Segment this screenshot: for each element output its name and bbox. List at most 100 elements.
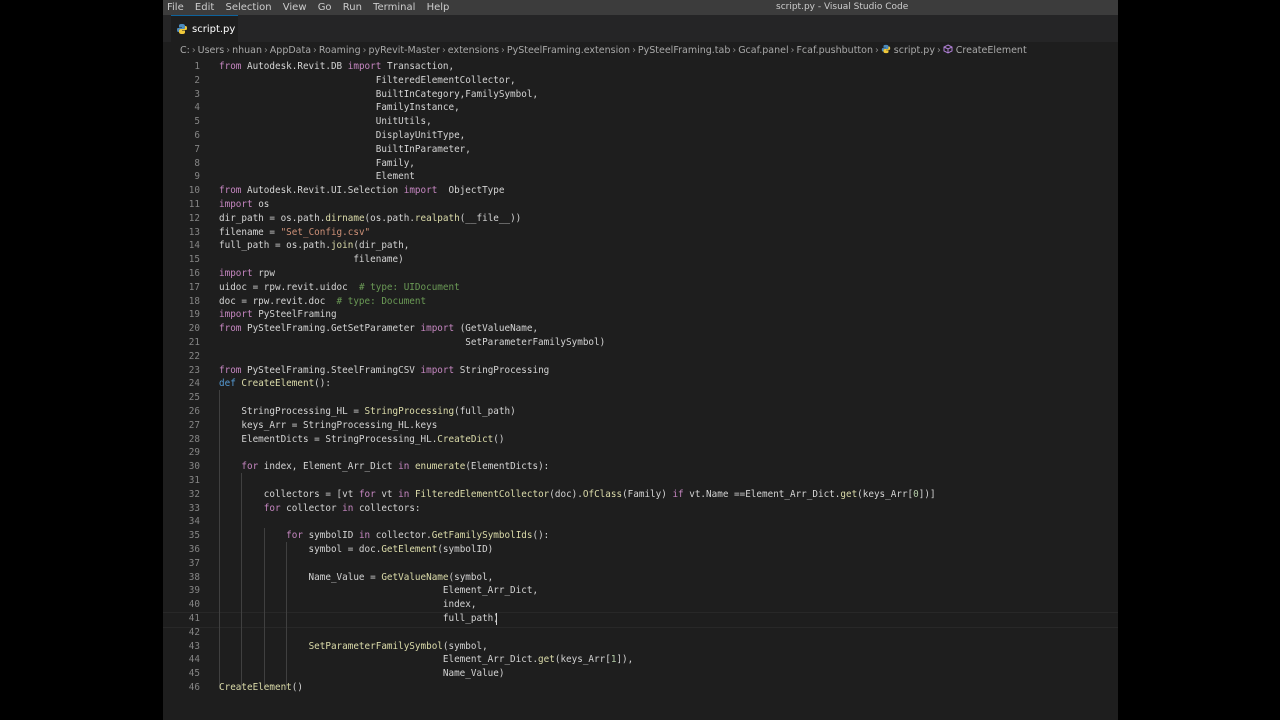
breadcrumb-item[interactable]: Users [198,42,225,60]
code-line[interactable]: 40 index, [163,598,1118,612]
line-number: 34 [188,516,200,528]
code-line[interactable]: 42 [163,626,1118,640]
code-line[interactable]: 46 CreateElement() [163,681,1118,695]
window-title: script.py - Visual Studio Code [776,2,909,12]
menu-edit[interactable]: Edit [191,0,218,15]
code-line[interactable]: 45 Name_Value) [163,667,1118,681]
breadcrumb-item[interactable]: C: [163,42,190,60]
chevron-right-icon: › [790,45,795,56]
breadcrumb-item[interactable]: Gcaf.panel [738,42,788,60]
code-line[interactable]: 13 filename = "Set_Config.csv" [163,226,1118,240]
line-number: 39 [188,585,200,597]
code-line[interactable]: 4 FamilyInstance, [163,101,1118,115]
breadcrumb-item[interactable]: Roaming [319,42,361,60]
code-text: full_path) [219,613,499,624]
code-line[interactable]: 24 def CreateElement(): [163,377,1118,391]
code-line[interactable]: 1 from Autodesk.Revit.DB import Transacti… [163,60,1118,74]
code-line[interactable]: 22 [163,350,1118,364]
tab-script-py[interactable]: script.py [171,15,238,43]
line-number: 37 [188,557,200,569]
code-text: Name_Value) [219,668,505,680]
line-number: 17 [188,281,200,293]
breadcrumb-item[interactable]: AppData [270,42,311,60]
code-line[interactable]: 8 Family, [163,157,1118,171]
code-line[interactable]: 3 BuiltInCategory,FamilySymbol, [163,88,1118,102]
menu-view[interactable]: View [279,0,311,15]
code-text: collectors = [vt for vt in FilteredEleme… [219,488,936,500]
code-text: from PySteelFraming.GetSetParameter impo… [219,323,539,335]
breadcrumb-item[interactable]: Fcaf.pushbutton [796,42,873,60]
chevron-right-icon: › [732,45,737,56]
code-line[interactable]: 39 Element_Arr_Dict, [163,584,1118,598]
line-number: 15 [188,254,200,266]
chevron-right-icon: › [936,45,941,56]
line-number: 13 [188,226,200,238]
code-line[interactable]: 23 from PySteelFraming.SteelFramingCSV im… [163,364,1118,378]
code-line[interactable]: 5 UnitUtils, [163,115,1118,129]
code-text: full_path = os.path.join(dir_path, [219,240,410,252]
chevron-right-icon: › [501,45,505,56]
line-number: 4 [194,102,200,114]
menu-selection[interactable]: Selection [221,0,275,15]
code-line[interactable]: 33 for collector in collectors: [163,502,1118,516]
code-line[interactable]: 36 symbol = doc.GetElement(symbolID) [163,543,1118,557]
code-line[interactable]: 17 uidoc = rpw.revit.uidoc # type: UIDocu… [163,281,1118,295]
breadcrumb-item[interactable]: extensions [448,42,499,60]
code-line[interactable]: 7 BuiltInParameter, [163,143,1118,157]
code-line[interactable]: 20 from PySteelFraming.GetSetParameter im… [163,322,1118,336]
code-line[interactable]: 43 SetParameterFamilySymbol(symbol, [163,640,1118,654]
code-line[interactable]: 30 for index, Element_Arr_Dict in enumer… [163,460,1118,474]
code-line[interactable]: 38 Name_Value = GetValueName(symbol, [163,571,1118,585]
menu-terminal[interactable]: Terminal [369,0,419,15]
code-line[interactable]: 26 StringProcessing_HL = StringProcessin… [163,405,1118,419]
code-text: import rpw [219,268,275,279]
code-line[interactable]: 11 import os [163,198,1118,212]
menu-help[interactable]: Help [423,0,454,15]
code-text: index, [219,599,477,611]
menu-go[interactable]: Go [314,0,336,15]
code-line[interactable]: 35 for symbolID in collector.GetFamilySy… [163,529,1118,543]
code-line[interactable]: 15 filename) [163,253,1118,267]
code-line[interactable]: 14 full_path = os.path.join(dir_path, [163,239,1118,253]
line-number: 30 [188,461,200,473]
code-text: FamilyInstance, [219,102,460,114]
code-line[interactable]: 10 from Autodesk.Revit.UI.Selection impor… [163,184,1118,198]
menu-run[interactable]: Run [339,0,366,15]
code-line[interactable]: 25 [163,391,1118,405]
line-number: 46 [188,682,200,693]
code-line[interactable]: 29 [163,446,1118,460]
breadcrumb-symbol[interactable]: CreateElement [943,42,1027,60]
code-line[interactable]: 31 [163,474,1118,488]
code-line[interactable]: 44 Element_Arr_Dict.get(keys_Arr[1]), [163,653,1118,667]
code-line[interactable]: 21 SetParameterFamilySymbol) [163,336,1118,350]
code-line[interactable]: 6 DisplayUnitType, [163,129,1118,143]
menu-file[interactable]: File [163,0,188,15]
code-line[interactable]: 16 import rpw [163,267,1118,281]
chevron-right-icon: › [191,45,196,56]
line-number: 25 [188,392,200,404]
breadcrumb-item[interactable]: pyRevit-Master [368,42,440,60]
code-text: DisplayUnitType, [219,130,466,141]
text-cursor [496,613,497,625]
code-line[interactable]: 19 import PySteelFraming [163,308,1118,322]
breadcrumb-item[interactable]: nhuan [232,42,262,60]
breadcrumb-item[interactable]: PySteelFraming.tab [638,42,730,60]
code-line[interactable]: 28 ElementDicts = StringProcessing_HL.Cr… [163,433,1118,447]
code-line[interactable]: 27 keys_Arr = StringProcessing_HL.keys [163,419,1118,433]
code-text: FilteredElementCollector, [219,74,516,86]
code-line[interactable]: 37 [163,557,1118,571]
line-number: 33 [188,502,200,514]
code-line[interactable]: 12 dir_path = os.path.dirname(os.path.rea… [163,212,1118,226]
breadcrumb-item[interactable]: PySteelFraming.extension [507,42,630,60]
line-number: 21 [188,337,200,348]
code-line[interactable]: 18 doc = rpw.revit.doc # type: Document [163,295,1118,309]
code-line[interactable]: 32 collectors = [vt for vt in FilteredEl… [163,488,1118,502]
code-text: BuiltInCategory,FamilySymbol, [219,88,539,100]
code-line[interactable]: 2 FilteredElementCollector, [163,74,1118,88]
code-line[interactable]: 34 [163,515,1118,529]
breadcrumb-file[interactable]: script.py [881,42,935,60]
python-file-icon [881,44,890,54]
code-line[interactable]: 9 Element [163,170,1118,184]
code-editor[interactable]: 1 from Autodesk.Revit.DB import Transacti… [163,59,1118,720]
code-line[interactable]: 41 full_path) [163,612,1118,626]
